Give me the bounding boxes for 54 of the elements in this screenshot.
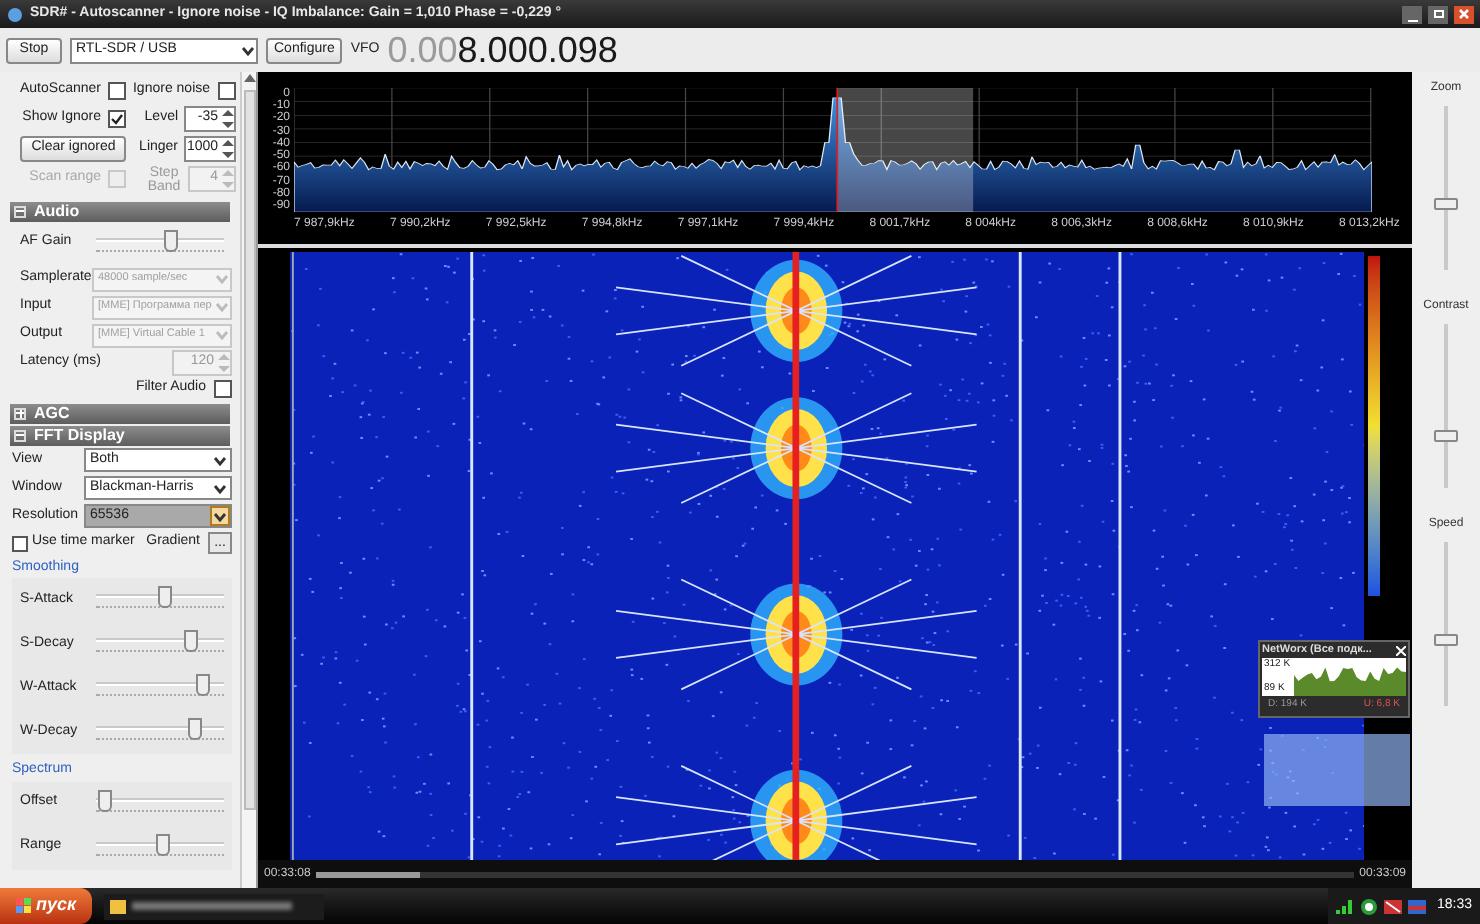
frequency-display[interactable]: 0.008.000.098 [387,30,618,70]
slider-track[interactable] [96,586,224,614]
section-header[interactable]: AGC [10,403,230,423]
slider-track[interactable] [96,718,224,746]
slider-thumb[interactable] [158,586,173,608]
section-title: Audio [34,199,80,223]
slider-thumb[interactable] [184,630,199,652]
slider-track[interactable] [1432,324,1460,488]
slider-thumb[interactable] [1434,197,1458,210]
collapse-icon [14,429,26,441]
slider-thumb[interactable] [164,229,179,251]
slider-thumb[interactable] [187,718,202,740]
section-title: AGC [34,401,70,425]
slider-track[interactable] [1432,106,1460,270]
slider-thumb[interactable] [1434,430,1458,443]
checkbox[interactable] [108,109,127,127]
slider-thumb[interactable] [156,833,171,855]
progress-track[interactable] [316,871,1354,877]
spin-arrows-icon [222,137,235,159]
slider-track[interactable] [96,630,224,658]
folder-icon [110,898,127,914]
maximize-button[interactable] [1428,5,1448,23]
slider-track[interactable] [1431,542,1460,706]
collapse-icon [14,205,26,217]
flag-icon [1408,897,1427,915]
taskbar-item[interactable] [104,893,325,919]
checkmark-icon [110,111,125,125]
spin-arrows-icon [222,168,235,190]
signal-icon [1336,898,1355,914]
section-header[interactable]: Audio [10,201,230,221]
spin-arrows-icon [218,352,230,374]
checkbox[interactable] [218,81,237,100]
expand-icon [14,407,26,419]
spin-arrows-icon [222,107,235,129]
checkbox[interactable] [12,535,28,551]
slider-track[interactable] [96,789,224,817]
slider-track[interactable] [96,229,224,257]
windows-logo-icon [16,898,32,914]
slider-thumb[interactable] [196,674,211,696]
checkbox[interactable] [108,81,127,100]
slider-track[interactable] [96,833,224,861]
section-header[interactable]: FFT Display [10,425,230,445]
slider-thumb[interactable] [1433,633,1458,646]
slider-track[interactable] [96,674,224,702]
start-button[interactable]: пуск [0,888,93,924]
scrollbar[interactable] [240,72,256,888]
checkbox[interactable] [214,380,232,398]
close-button[interactable] [1454,5,1474,23]
scroll-up-arrow-icon[interactable] [243,72,255,82]
scrollbar-thumb[interactable] [243,90,255,810]
app-icon [6,5,24,23]
section-title: FFT Display [34,423,125,447]
slider-thumb[interactable] [98,789,113,811]
minimize-button[interactable] [1402,5,1422,23]
